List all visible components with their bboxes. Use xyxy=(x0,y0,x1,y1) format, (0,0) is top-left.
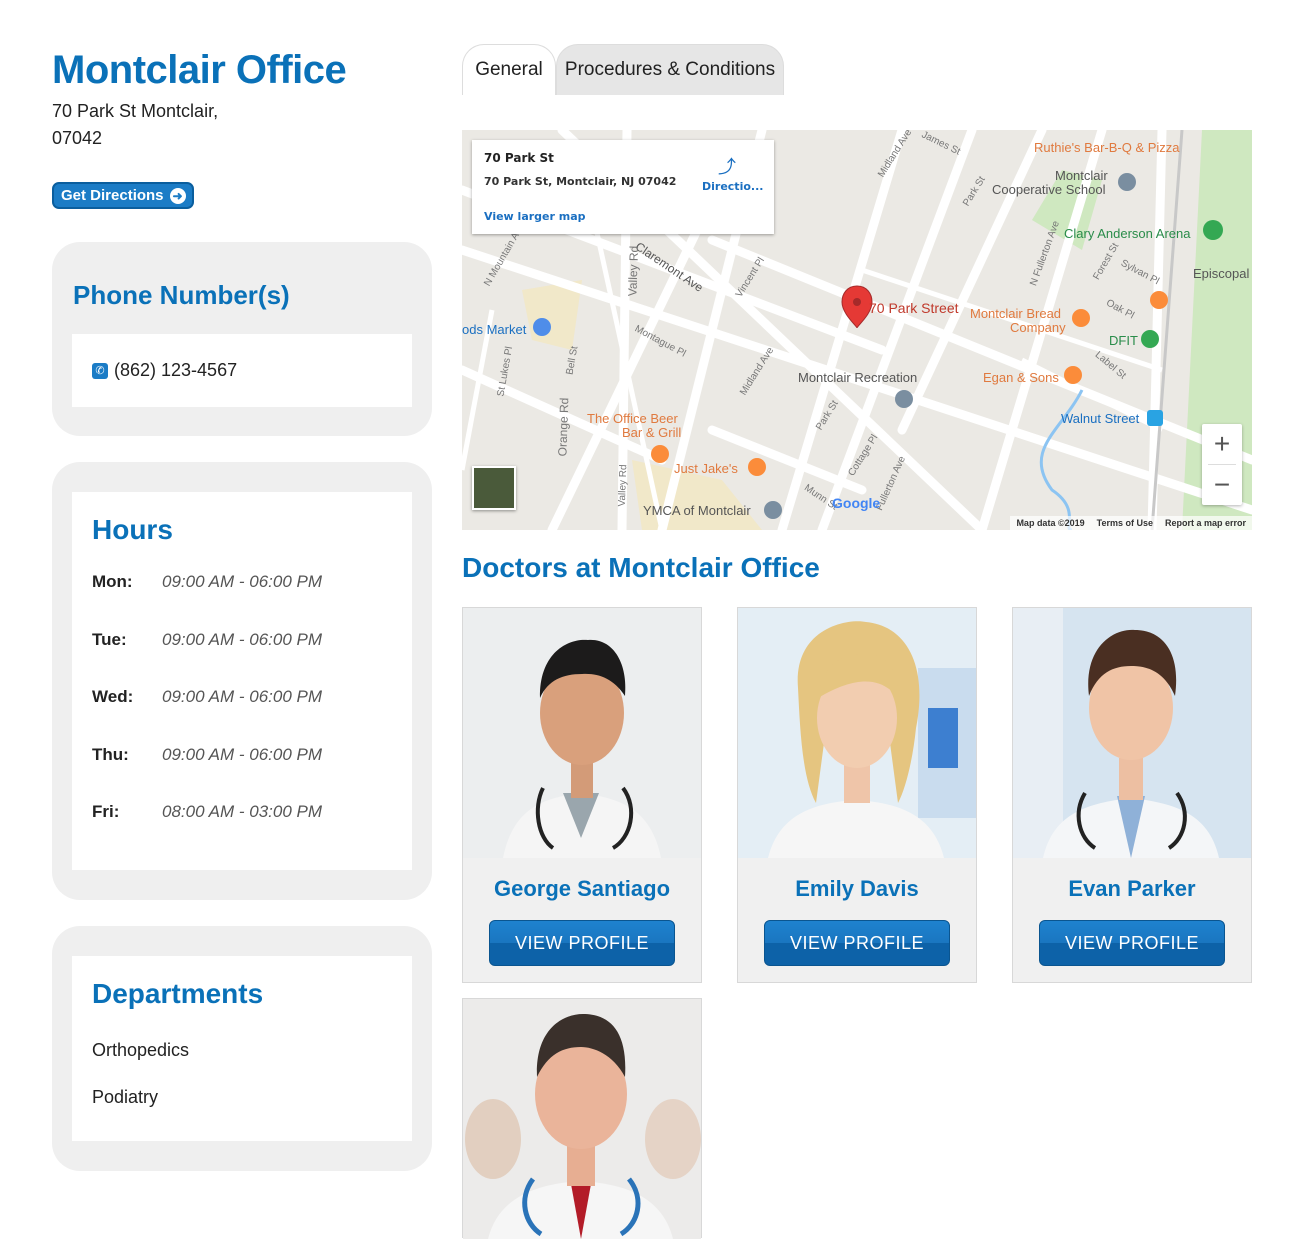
departments-card: Departments Orthopedics Podiatry xyxy=(52,926,432,1171)
map-label: Walnut Street xyxy=(1061,411,1140,426)
tab-general[interactable]: General xyxy=(462,44,556,95)
view-larger-map-link[interactable]: View larger map xyxy=(484,210,586,223)
hours-row: Fri: 08:00 AM - 03:00 PM xyxy=(92,802,322,822)
hours-day: Tue: xyxy=(92,630,127,649)
satellite-toggle[interactable] xyxy=(472,466,516,510)
map[interactable]: 70 Park Street Ruthie's Bar-B-Q & Pizza … xyxy=(462,130,1252,530)
hours-day: Fri: xyxy=(92,802,120,821)
get-directions-button[interactable]: Get Directions ➜ xyxy=(52,182,194,209)
view-profile-button[interactable]: VIEW PROFILE xyxy=(489,920,675,966)
map-label: Montclair Recreation xyxy=(798,370,918,385)
hours-time: 09:00 AM - 06:00 PM xyxy=(162,630,323,649)
phone-card: Phone Number(s) ✆ (862) 123-4567 xyxy=(52,242,432,436)
map-info-address: 70 Park St, Montclair, NJ 07042 xyxy=(484,175,677,188)
doctors-heading: Doctors at Montclair Office xyxy=(462,552,820,583)
map-label: Episcopal xyxy=(1193,266,1250,281)
doctor-name[interactable]: Emily Davis xyxy=(738,876,976,902)
doctor-card xyxy=(462,998,702,1239)
phone-heading: Phone Number(s) xyxy=(73,280,290,310)
phone-number[interactable]: (862) 123-4567 xyxy=(114,360,237,381)
map-directions-link[interactable]: Directio... xyxy=(702,180,763,193)
map-label: ods Market xyxy=(462,322,527,337)
hours-time: 08:00 AM - 03:00 PM xyxy=(162,802,323,821)
doctor-card: Emily Davis VIEW PROFILE xyxy=(737,607,977,983)
view-profile-button[interactable]: VIEW PROFILE xyxy=(1039,920,1225,966)
map-label: Orange Rd xyxy=(555,397,572,457)
map-label: Clary Anderson Arena xyxy=(1064,226,1191,241)
map-info-title: 70 Park St xyxy=(484,151,554,165)
map-label: YMCA of Montclair xyxy=(643,503,751,518)
doctor-name[interactable]: Evan Parker xyxy=(1013,876,1251,902)
department-item[interactable]: Podiatry xyxy=(92,1087,158,1108)
hours-time: 09:00 AM - 06:00 PM xyxy=(162,745,323,764)
doctor-photo[interactable] xyxy=(463,608,701,858)
map-label: Cooperative School xyxy=(992,182,1106,197)
map-pin-label: 70 Park Street xyxy=(869,300,959,316)
tab-procedures-conditions[interactable]: Procedures & Conditions xyxy=(556,44,784,95)
map-label: The Office Beer xyxy=(587,411,678,426)
hours-time: 09:00 AM - 06:00 PM xyxy=(162,572,323,591)
departments-panel: Departments Orthopedics Podiatry xyxy=(72,956,412,1141)
zoom-in-button[interactable]: + xyxy=(1202,424,1242,464)
tab-bar: General Procedures & Conditions xyxy=(462,44,784,96)
hours-row: Wed: 09:00 AM - 06:00 PM xyxy=(92,687,322,707)
map-label: Just Jake's xyxy=(674,461,738,476)
zoom-out-button[interactable]: − xyxy=(1202,465,1242,505)
map-info-window: 70 Park St 70 Park St, Montclair, NJ 070… xyxy=(472,140,774,234)
hours-card: Hours Mon: 09:00 AM - 06:00 PM Tue: 09:0… xyxy=(52,462,432,900)
google-logo-text: Google xyxy=(832,495,881,511)
office-info: Montclair Office 70 Park St Montclair, 0… xyxy=(52,44,432,209)
department-item[interactable]: Orthopedics xyxy=(92,1040,189,1061)
doctor-card: Evan Parker VIEW PROFILE xyxy=(1012,607,1252,983)
doctor-name[interactable]: George Santiago xyxy=(463,876,701,902)
map-label: DFIT xyxy=(1109,333,1138,348)
arrow-right-icon: ➜ xyxy=(169,187,186,204)
report-map-error-link[interactable]: Report a map error xyxy=(1165,518,1246,528)
map-label: Valley Rd xyxy=(625,245,642,297)
hours-heading: Hours xyxy=(92,514,173,545)
phone-box: ✆ (862) 123-4567 xyxy=(72,334,412,407)
office-address: 70 Park St Montclair, 07042 xyxy=(52,98,432,152)
map-label: Company xyxy=(1010,320,1066,335)
map-footer: Map data ©2019 Terms of Use Report a map… xyxy=(1010,516,1252,530)
view-profile-button[interactable]: VIEW PROFILE xyxy=(764,920,950,966)
google-logo: Google xyxy=(832,495,880,511)
directions-icon[interactable]: ⤴ xyxy=(718,153,738,178)
hours-time: 09:00 AM - 06:00 PM xyxy=(162,687,323,706)
phone-icon: ✆ xyxy=(92,362,108,379)
page-title: Montclair Office xyxy=(52,48,347,92)
hours-day: Mon: xyxy=(92,572,133,591)
terms-of-use-link[interactable]: Terms of Use xyxy=(1097,518,1153,528)
map-label: Ruthie's Bar-B-Q & Pizza xyxy=(1034,140,1180,155)
doctor-photo[interactable] xyxy=(463,999,701,1239)
address-line-1: 70 Park St Montclair, xyxy=(52,101,219,121)
address-line-2: 07042 xyxy=(52,128,103,148)
hours-row: Thu: 09:00 AM - 06:00 PM xyxy=(92,745,322,765)
map-label: Bar & Grill xyxy=(622,425,682,440)
zoom-controls: + − xyxy=(1202,424,1242,505)
map-data-credit: Map data ©2019 xyxy=(1016,518,1085,528)
hours-panel: Hours Mon: 09:00 AM - 06:00 PM Tue: 09:0… xyxy=(72,492,412,870)
departments-heading: Departments xyxy=(92,978,264,1009)
map-label: Montclair xyxy=(1055,168,1108,183)
doctor-photo[interactable] xyxy=(738,608,976,858)
hours-day: Wed: xyxy=(92,687,134,706)
hours-row: Tue: 09:00 AM - 06:00 PM xyxy=(92,630,322,650)
doctor-photo[interactable] xyxy=(1013,608,1251,858)
hours-day: Thu: xyxy=(92,745,129,764)
map-label: Montclair Bread xyxy=(970,306,1062,321)
map-label: Egan & Sons xyxy=(983,370,1059,385)
get-directions-label: Get Directions xyxy=(61,187,164,204)
map-label: Valley Rd xyxy=(616,464,630,507)
doctor-card: George Santiago VIEW PROFILE xyxy=(462,607,702,983)
hours-row: Mon: 09:00 AM - 06:00 PM xyxy=(92,572,322,592)
